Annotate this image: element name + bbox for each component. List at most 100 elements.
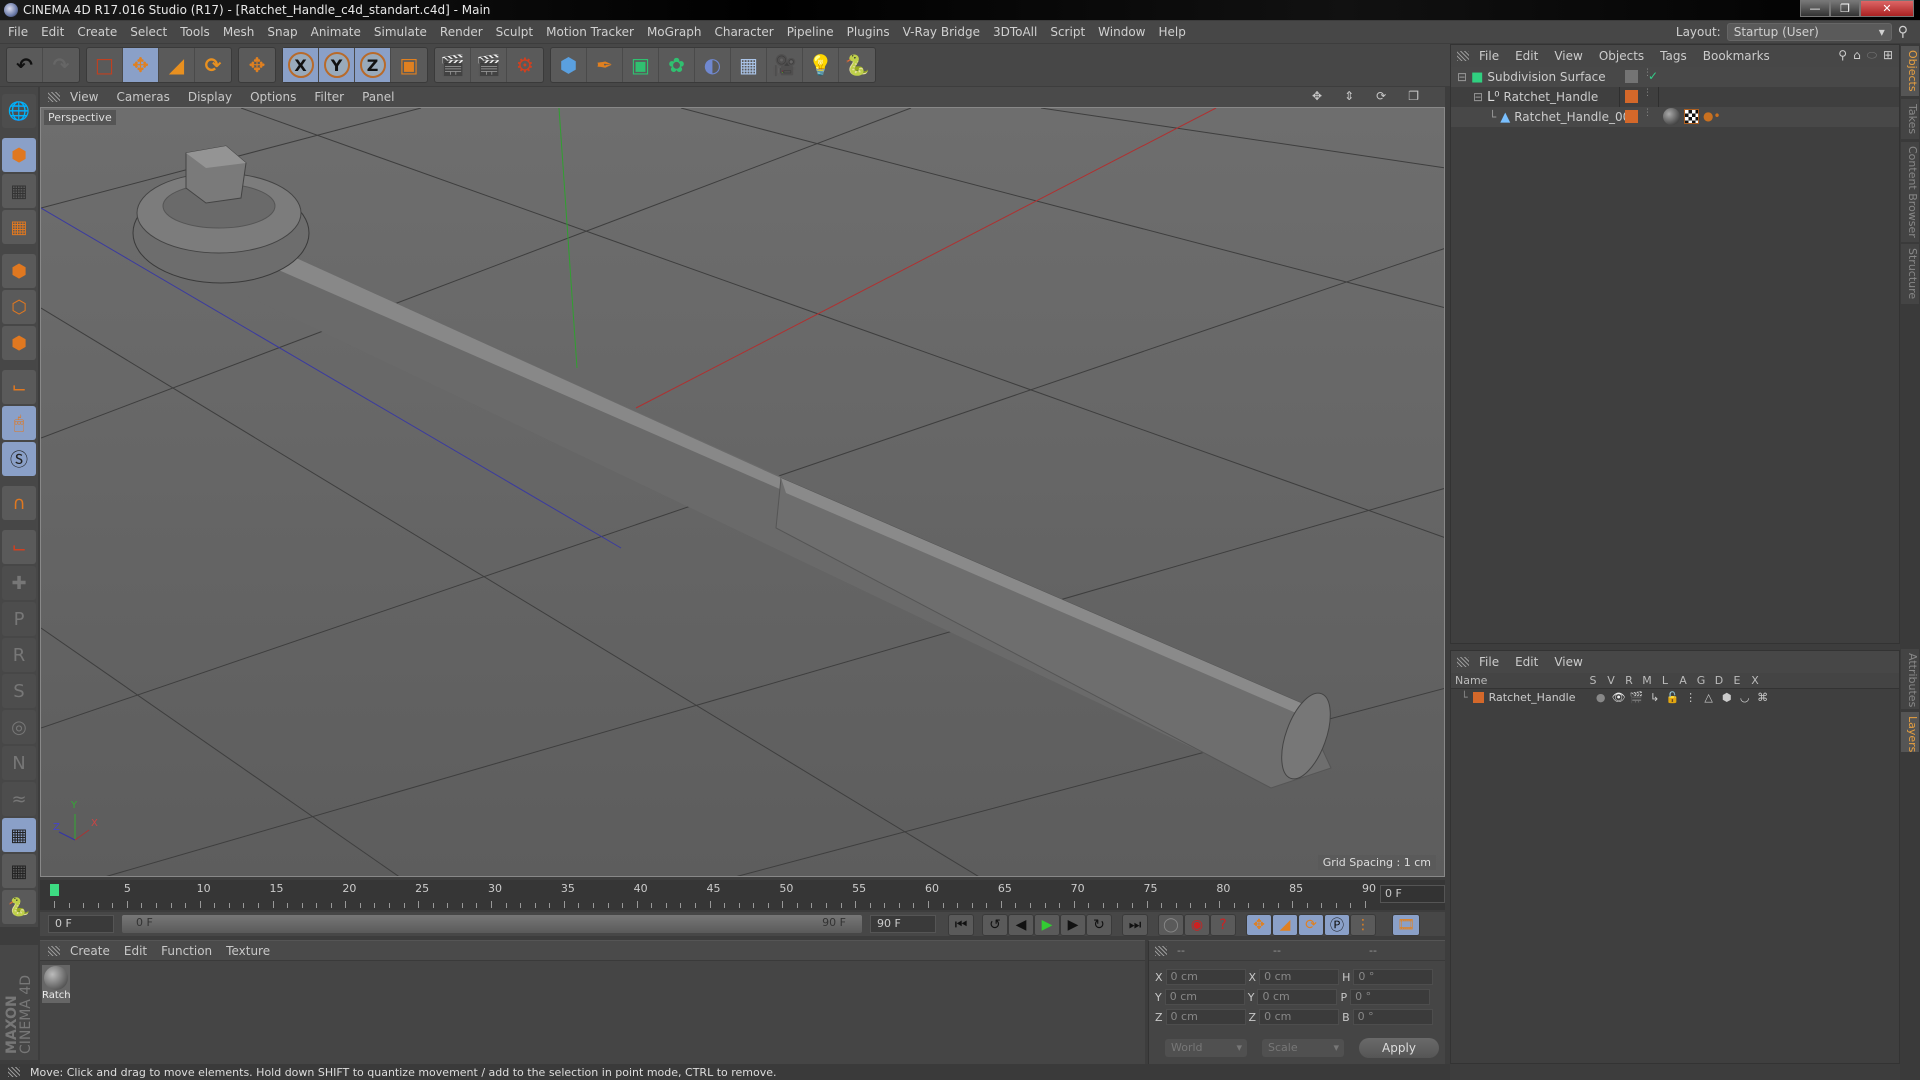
- layers-menu-edit[interactable]: Edit: [1515, 655, 1538, 669]
- start-frame-field[interactable]: 0 F: [48, 915, 114, 933]
- scale-icon[interactable]: ◢: [159, 48, 195, 82]
- objects-menu-tags[interactable]: Tags: [1660, 49, 1687, 63]
- range-slider[interactable]: 0 F 90 F: [122, 915, 862, 933]
- render-toggle-icon[interactable]: 🎬: [1628, 691, 1646, 704]
- lock-toggle-icon[interactable]: 🔓: [1664, 691, 1682, 704]
- recent-tool-icon[interactable]: ✥: [239, 48, 275, 82]
- next-key-icon[interactable]: ↻: [1086, 914, 1112, 936]
- pla-key-icon[interactable]: N: [2, 746, 36, 780]
- column-xrefs[interactable]: X: [1746, 674, 1764, 687]
- column-manager[interactable]: M: [1638, 674, 1656, 687]
- tab-structure[interactable]: Structure: [1901, 244, 1919, 304]
- previous-key-icon[interactable]: ↺: [982, 914, 1008, 936]
- param-key-icon[interactable]: ◎: [2, 710, 36, 744]
- camera-icon[interactable]: 🎥: [767, 48, 803, 82]
- pos-x-field[interactable]: 0 cm: [1165, 969, 1246, 985]
- column-render[interactable]: R: [1620, 674, 1638, 687]
- subdivision-icon[interactable]: ▣: [623, 48, 659, 82]
- deformer-icon[interactable]: ◐: [695, 48, 731, 82]
- size-x-field[interactable]: 0 cm: [1259, 969, 1340, 985]
- python-icon[interactable]: 🐍: [839, 48, 875, 82]
- playhead[interactable]: [50, 884, 59, 896]
- menu-create[interactable]: Create: [77, 25, 117, 39]
- previous-frame-icon[interactable]: ◀: [1008, 914, 1034, 936]
- menu-select[interactable]: Select: [130, 25, 167, 39]
- key-scale-icon[interactable]: ◢: [1272, 914, 1298, 936]
- tab-objects[interactable]: Objects: [1901, 46, 1919, 96]
- menu-3dtoall[interactable]: 3DToAll: [993, 25, 1037, 39]
- menu-sculpt[interactable]: Sculpt: [496, 25, 533, 39]
- menu-script[interactable]: Script: [1050, 25, 1085, 39]
- undo-icon[interactable]: ↶: [7, 48, 43, 82]
- record-disabled-icon[interactable]: ◯: [1158, 914, 1184, 936]
- texture-mode-icon[interactable]: ▦: [2, 174, 36, 208]
- menu-file[interactable]: File: [8, 25, 28, 39]
- apply-button[interactable]: Apply: [1359, 1038, 1439, 1058]
- next-frame-icon[interactable]: ▶: [1060, 914, 1086, 936]
- render-picture-viewer-icon[interactable]: 🎬: [471, 48, 507, 82]
- floor-icon[interactable]: ▦: [731, 48, 767, 82]
- current-frame-field[interactable]: 0 F: [1380, 885, 1445, 903]
- menu-pipeline[interactable]: Pipeline: [787, 25, 834, 39]
- column-expressions[interactable]: E: [1728, 674, 1746, 687]
- menu-mesh[interactable]: Mesh: [223, 25, 255, 39]
- layout-dropdown[interactable]: Startup (User) ▾: [1726, 23, 1892, 41]
- workplane-icon[interactable]: ▦: [2, 210, 36, 244]
- pen-icon[interactable]: ✒: [587, 48, 623, 82]
- layer-color-swatch[interactable]: [1472, 691, 1484, 703]
- key-param-icon[interactable]: Ⓟ: [1324, 914, 1350, 936]
- viewport-menu-view[interactable]: View: [70, 90, 98, 104]
- material-tag-icon[interactable]: [1663, 108, 1680, 125]
- material-menu-create[interactable]: Create: [70, 944, 110, 958]
- column-solo[interactable]: S: [1584, 674, 1602, 687]
- layer-row[interactable]: └ Ratchet_Handle ● 👁 🎬 ↳ 🔓 ⋮ △ ⬢ ◡ ⌘: [1451, 689, 1899, 705]
- objects-menu-objects[interactable]: Objects: [1599, 49, 1644, 63]
- workplane-align-icon[interactable]: ▦: [2, 854, 36, 888]
- deformers-toggle-icon[interactable]: ⬢: [1718, 691, 1736, 704]
- key-rotation-icon[interactable]: ⟳: [1298, 914, 1324, 936]
- objects-menu-edit[interactable]: Edit: [1515, 49, 1538, 63]
- column-deformers[interactable]: D: [1710, 674, 1728, 687]
- rot-h-field[interactable]: 0 °: [1353, 969, 1434, 985]
- menu-plugins[interactable]: Plugins: [847, 25, 890, 39]
- material-menu-function[interactable]: Function: [161, 944, 212, 958]
- render-settings-icon[interactable]: ⚙: [507, 48, 543, 82]
- cube-icon[interactable]: ⬢: [551, 48, 587, 82]
- python-script-icon[interactable]: 🐍: [2, 890, 36, 924]
- layers-menu-view[interactable]: View: [1554, 655, 1582, 669]
- axis-lock-icon[interactable]: ⌙: [2, 530, 36, 564]
- menu-render[interactable]: Render: [440, 25, 483, 39]
- autokey-icon[interactable]: ◉: [1184, 914, 1210, 936]
- rot-p-field[interactable]: 0 °: [1350, 989, 1431, 1005]
- new-panel-icon[interactable]: ⊞: [1883, 48, 1893, 63]
- layer-color-swatch[interactable]: [1625, 90, 1638, 103]
- viewport-menu-filter[interactable]: Filter: [314, 90, 344, 104]
- play-icon[interactable]: ▶: [1034, 914, 1060, 936]
- render-view-icon[interactable]: 🎬: [435, 48, 471, 82]
- tab-attributes[interactable]: Attributes: [1901, 649, 1919, 709]
- column-animation[interactable]: A: [1674, 674, 1692, 687]
- viewport-menu-display[interactable]: Display: [188, 90, 232, 104]
- tree-collapse-icon[interactable]: ⊟: [1457, 70, 1467, 84]
- animation-toggle-icon[interactable]: ⋮: [1682, 691, 1700, 704]
- solo-toggle-icon[interactable]: ●: [1592, 691, 1610, 704]
- visibility-dots-icon[interactable]: ⋮: [1643, 108, 1652, 118]
- psr-key-icon[interactable]: S: [2, 674, 36, 708]
- close-button[interactable]: ✕: [1860, 0, 1914, 17]
- column-locked[interactable]: L: [1656, 674, 1674, 687]
- generators-toggle-icon[interactable]: △: [1700, 691, 1718, 704]
- key-pla-icon[interactable]: ⋮: [1350, 914, 1376, 936]
- size-y-field[interactable]: 0 cm: [1257, 989, 1338, 1005]
- key-position-icon[interactable]: ✥: [1246, 914, 1272, 936]
- xrefs-toggle-icon[interactable]: ⌘: [1754, 691, 1772, 704]
- viewport-menu-panel[interactable]: Panel: [362, 90, 394, 104]
- layer-color-swatch[interactable]: [1625, 110, 1638, 123]
- move-icon[interactable]: ✥: [123, 48, 159, 82]
- minimize-button[interactable]: —: [1800, 0, 1830, 17]
- coordinate-mode-select[interactable]: World ▾: [1165, 1039, 1247, 1057]
- menu-motion-tracker[interactable]: Motion Tracker: [546, 25, 634, 39]
- tab-layers[interactable]: Layers: [1901, 712, 1919, 752]
- make-editable-icon[interactable]: 🌐: [2, 94, 36, 128]
- go-to-end-icon[interactable]: ⏭: [1122, 914, 1148, 936]
- texture-tag-icon[interactable]: [1684, 109, 1699, 124]
